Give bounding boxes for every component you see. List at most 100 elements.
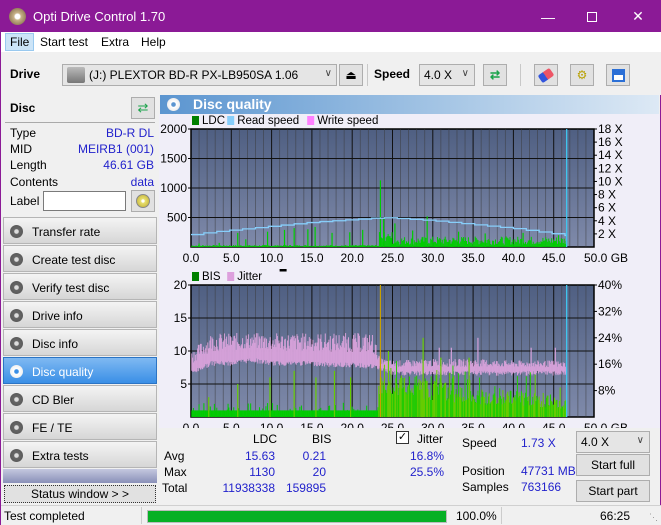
jitter-label: Jitter [417,432,444,446]
refresh-button[interactable]: ⇄ [483,64,507,86]
create-disc-icon [10,253,23,266]
erase-button[interactable] [534,64,558,86]
status-window-button[interactable]: Status window > > [4,485,156,503]
nav-disc-info[interactable]: Disc info [3,329,157,356]
y-tick-label-left: 5 [180,377,187,391]
disc-label-input[interactable] [43,191,126,211]
label-key: Label [10,194,40,208]
chevron-down-icon: ∨ [324,68,332,79]
verify-disc-icon [10,281,23,294]
nav-drive-info[interactable]: Drive info [3,301,157,328]
field-value: data [130,175,154,189]
main-panel: Disc quality 2000 1500 1000 500 18 X 16 X 14 X… [159,95,660,505]
drive-select[interactable]: (J:) PLEXTOR BD-R PX-LB950SA 1.06 ∨ [62,64,337,86]
row-label-max: Max [164,465,187,479]
x-tick-label: 0.0 [183,421,200,428]
menu-file[interactable]: File [5,33,35,51]
divider [501,507,502,524]
nav-label: Disc quality [32,365,94,379]
disc-panel: Disc ⇄ Type BD-R DL MID MEIRB1 (001) Lengt… [3,95,157,215]
maximize-icon [587,11,597,22]
menu-extra[interactable]: Extra [97,34,133,50]
start-part-button[interactable]: Start part [576,480,650,502]
position-label: Position [462,464,505,478]
field-value: MEIRB1 (001) [77,142,154,156]
y-tick-label-right: 12 X [598,161,623,175]
drive-label: Drive [10,67,41,81]
legend-marker [279,269,287,272]
y-tick-label-right: 8 X [598,188,616,202]
jitter-checkbox[interactable]: ✓ [396,431,409,444]
test-speed-select[interactable]: 4.0 X ∨ [576,431,650,453]
disc-label-button[interactable] [131,190,155,212]
x-tick-label: 0.0 [183,251,200,265]
menu-help[interactable]: Help [137,34,170,50]
x-tick-label: 25.0 [381,421,405,428]
divider [141,507,142,524]
y-tick-label-right: 4 X [598,214,616,228]
app-disc-icon [9,8,26,25]
avg-jitter: 16.8% [409,449,444,463]
nav-label: Drive info [32,309,83,323]
resize-grip-icon[interactable]: ⋱ [649,512,658,523]
progress-text: 100.0% [456,509,497,523]
nav-extra-tests[interactable]: Extra tests [3,441,157,468]
nav-disc-quality[interactable]: Disc quality [3,357,157,384]
nav-label: Disc info [32,337,79,351]
x-tick-label: 45.0 [542,251,566,265]
y-tick-label-right: 24% [598,331,622,345]
legend-label: LDC [202,115,225,127]
progress-bar [147,510,447,523]
avg-bis: 0.21 [302,449,326,463]
max-jitter: 25.5% [409,465,444,479]
nav-transfer-rate[interactable]: Transfer rate [3,217,157,244]
y-tick-label-left: 1000 [160,181,187,195]
nav-label: FE / TE [32,421,73,435]
nav-cd-bler[interactable]: CD Bler [3,385,157,412]
eject-button[interactable]: ⏏ [339,64,363,86]
position-value: 47731 MB [521,464,576,478]
nav-label: Verify test disc [32,281,110,295]
speed-label: Speed [374,67,411,81]
field-key: Length [10,158,47,172]
status-text: Test completed [4,509,85,523]
minimize-button[interactable]: — [525,1,571,32]
close-button[interactable]: ✕ [615,1,661,32]
eject-icon: ⏏ [345,68,357,82]
x-tick-label: 5.0 [223,251,240,265]
disc-quality-icon [10,365,23,378]
speed-select-value: 4.0 X [424,68,453,82]
field-key: Contents [10,175,59,189]
y-tick-label-right: 16% [598,357,622,371]
maximize-button[interactable] [569,1,615,32]
x-tick-label: 15.0 [300,251,324,265]
panel-title: Disc quality [193,96,272,112]
speed-select[interactable]: 4.0 X ∨ [419,64,475,86]
disc-info-icon [10,337,23,350]
x-tick-label: 25.0 [381,251,405,265]
total-ldc: 11938338 [222,481,276,495]
disc-icon [136,194,150,208]
save-button[interactable] [606,64,630,86]
nav-fe-te[interactable]: FE / TE [3,413,157,440]
menu-start-test[interactable]: Start test [36,34,92,50]
check-icon: ✓ [397,431,408,443]
legend-label: Write speed [317,115,378,127]
fe-te-icon [10,421,23,434]
legend-label: BIS [202,271,221,283]
field-value: 46.61 GB [103,158,154,172]
stats-panel: LDC BIS ✓ Jitter Avg 15.63 0.21 16.8% Ma… [159,428,660,505]
disc-refresh-button[interactable]: ⇄ [131,97,155,119]
row-label-total: Total [162,481,188,495]
speed-label: Speed [462,436,497,450]
max-bis: 20 [312,465,326,479]
nav-verify-test-disc[interactable]: Verify test disc [3,273,157,300]
legend-swatch [307,116,315,125]
total-bis: 159895 [285,481,326,495]
settings-button[interactable]: ⚙ [570,64,594,86]
chevron-down-icon: ∨ [461,68,469,79]
nav-create-test-disc[interactable]: Create test disc [3,245,157,272]
samples-label: Samples [462,480,509,494]
x-tick-label: 30.0 [421,251,445,265]
start-full-button[interactable]: Start full [576,454,650,476]
